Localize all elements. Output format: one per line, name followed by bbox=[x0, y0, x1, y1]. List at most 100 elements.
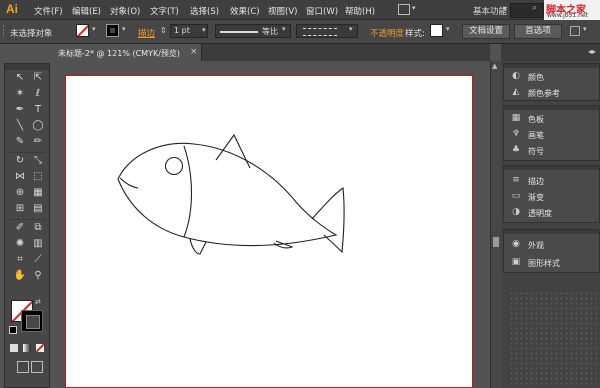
perspective-grid-tool-icon[interactable]: ▦ bbox=[31, 187, 45, 199]
zoom-tool-icon[interactable]: ⚲ bbox=[31, 270, 45, 282]
variable-width-profile-dropdown[interactable]: 等比 ▾ bbox=[215, 24, 291, 38]
brush-preview-icon bbox=[303, 28, 337, 36]
menu-bar: Ai 文件(F) 编辑(E) 对象(O) 文字(T) 选择(S) 效果(C) 视… bbox=[0, 0, 600, 20]
fish-artwork[interactable] bbox=[66, 76, 472, 387]
panel-grip[interactable] bbox=[504, 64, 599, 68]
stroke-color-swatch[interactable] bbox=[21, 310, 43, 332]
menu-view[interactable]: 视图(V) bbox=[268, 5, 297, 17]
menu-file[interactable]: 文件(F) bbox=[34, 5, 63, 17]
scale-tool-icon[interactable]: ⤡ bbox=[31, 155, 45, 167]
menu-select[interactable]: 选择(S) bbox=[190, 5, 219, 17]
draw-mode-icon[interactable] bbox=[17, 361, 29, 373]
panel-item-stroke[interactable]: ≡ 描边 bbox=[510, 174, 596, 188]
symbol-sprayer-tool-icon[interactable]: ✺ bbox=[13, 238, 27, 250]
menu-help[interactable]: 帮助(H) bbox=[345, 5, 375, 17]
panel-item-gradient[interactable]: ▭ 渐变 bbox=[510, 190, 596, 204]
magic-wand-tool-icon[interactable]: ✶ bbox=[13, 88, 27, 100]
pen-tool-icon[interactable]: ✒ bbox=[13, 104, 27, 116]
none-mode-icon[interactable] bbox=[36, 344, 44, 352]
line-tool-icon[interactable]: ╲ bbox=[13, 120, 27, 132]
layout-dropdown-icon[interactable]: ▾ bbox=[412, 4, 416, 12]
chevron-down-icon[interactable]: ▾ bbox=[583, 25, 587, 33]
panel-item-color[interactable]: ◐ 颜色 bbox=[510, 70, 596, 84]
artboard[interactable] bbox=[65, 75, 473, 388]
ellipse-tool-icon[interactable]: ◯ bbox=[31, 120, 45, 132]
mouth-path[interactable] bbox=[119, 177, 139, 189]
eyedropper-tool-icon[interactable]: ✐ bbox=[13, 222, 27, 234]
close-icon[interactable]: × bbox=[190, 47, 198, 57]
document-tab[interactable]: 未标题-2* @ 121% (CMYK/预览) × bbox=[50, 44, 202, 61]
menu-type[interactable]: 文字(T) bbox=[150, 5, 179, 17]
brush-definition-dropdown[interactable]: ▾ bbox=[296, 24, 358, 38]
stroke-weight-stepper[interactable]: ⇕ bbox=[160, 26, 167, 35]
graphic-style-dropdown[interactable]: ▾ bbox=[430, 24, 456, 38]
panel-item-appearance[interactable]: ◉ 外观 bbox=[510, 238, 596, 252]
color-mode-icon[interactable] bbox=[10, 344, 18, 352]
rotate-tool-icon[interactable]: ↻ bbox=[13, 155, 27, 167]
panel-grip[interactable] bbox=[504, 230, 599, 234]
collapse-panels-icon[interactable]: ◂▸ bbox=[588, 47, 596, 56]
tail-fin-path[interactable] bbox=[311, 186, 345, 254]
search-icon[interactable]: ⌕ bbox=[532, 3, 537, 13]
free-transform-tool-icon[interactable]: ⬚ bbox=[31, 171, 45, 183]
tools-panel-grip[interactable] bbox=[5, 64, 49, 70]
stroke-color-dropdown[interactable]: ▾ bbox=[106, 24, 132, 38]
scroll-up-icon[interactable]: ▲ bbox=[492, 62, 497, 70]
panel-grip[interactable] bbox=[504, 106, 599, 110]
dorsal-fin-path[interactable] bbox=[215, 133, 251, 169]
paintbrush-tool-icon[interactable]: ✎ bbox=[13, 136, 27, 148]
menu-window[interactable]: 窗口(W) bbox=[306, 5, 338, 17]
panel-item-symbols[interactable]: ♣ 符号 bbox=[510, 144, 596, 158]
layout-icon[interactable] bbox=[398, 4, 410, 15]
fill-color-dropdown[interactable]: ▾ bbox=[76, 24, 102, 38]
document-setup-button[interactable]: 文档设置 bbox=[462, 24, 510, 39]
swap-colors-icon[interactable]: ⇄ bbox=[35, 298, 41, 306]
stroke-swatch-icon bbox=[106, 24, 119, 37]
vertical-scrollbar[interactable]: ▲ bbox=[490, 61, 501, 388]
panel-item-color-guide[interactable]: ◭ 颜色参考 bbox=[510, 86, 596, 100]
gradient-mode-icon[interactable] bbox=[23, 344, 31, 352]
chevron-down-icon: ▾ bbox=[446, 25, 450, 33]
panel-item-brushes[interactable]: ♆ 画笔 bbox=[510, 128, 596, 142]
chevron-down-icon[interactable]: ▾ bbox=[503, 4, 507, 13]
canvas-area[interactable] bbox=[50, 61, 490, 388]
column-graph-tool-icon[interactable]: ▥ bbox=[31, 238, 45, 250]
chevron-down-icon: ▾ bbox=[349, 25, 353, 33]
gradient-tool-icon[interactable]: ▤ bbox=[31, 203, 45, 215]
gill-line-path[interactable] bbox=[183, 145, 193, 238]
panel-item-graphic-styles[interactable]: ▣ 图形样式 bbox=[510, 256, 596, 270]
menu-object[interactable]: 对象(O) bbox=[110, 5, 140, 17]
default-colors-icon[interactable] bbox=[9, 326, 17, 334]
workspace-switcher[interactable]: 基本功能 bbox=[473, 5, 507, 17]
menu-effect[interactable]: 效果(C) bbox=[230, 5, 260, 17]
direct-selection-tool-icon[interactable]: ⇱ bbox=[31, 72, 45, 84]
panel-label: 图形样式 bbox=[528, 259, 560, 268]
fish-body-path[interactable] bbox=[117, 142, 338, 247]
screen-mode-icon[interactable] bbox=[31, 361, 43, 373]
hand-tool-icon[interactable]: ✋ bbox=[13, 270, 27, 282]
mesh-tool-icon[interactable]: ⊞ bbox=[13, 203, 27, 215]
shape-builder-tool-icon[interactable]: ⊕ bbox=[13, 187, 27, 199]
panel-item-swatches[interactable]: ▦ 色板 bbox=[510, 112, 596, 126]
preferences-button[interactable]: 首选项 bbox=[514, 24, 562, 39]
blend-tool-icon[interactable]: ⧉ bbox=[31, 222, 45, 234]
opacity-label-link[interactable]: 不透明度 bbox=[370, 27, 404, 39]
panel-grip[interactable] bbox=[504, 166, 599, 170]
arrange-icon[interactable] bbox=[570, 26, 580, 36]
panel-item-transparency[interactable]: ◑ 透明度 bbox=[510, 206, 596, 220]
type-tool-icon[interactable]: T bbox=[31, 104, 45, 116]
panel-label: 透明度 bbox=[528, 209, 552, 218]
slice-tool-icon[interactable]: ⟋ bbox=[31, 254, 45, 266]
scrollbar-thumb[interactable] bbox=[493, 237, 499, 247]
stroke-label-link[interactable]: 描边 bbox=[138, 27, 155, 39]
pencil-tool-icon[interactable]: ✏ bbox=[31, 136, 45, 148]
chevron-down-icon[interactable]: ▾ bbox=[202, 26, 206, 34]
width-tool-icon[interactable]: ⋈ bbox=[13, 171, 27, 183]
menu-edit[interactable]: 编辑(E) bbox=[72, 5, 101, 17]
panel-label: 渐变 bbox=[528, 193, 544, 202]
search-input[interactable] bbox=[510, 3, 544, 18]
lasso-tool-icon[interactable]: ℓ bbox=[31, 88, 45, 100]
artboard-tool-icon[interactable]: ⌗ bbox=[13, 254, 27, 266]
eye-circle[interactable] bbox=[164, 156, 184, 176]
selection-tool-icon[interactable]: ↖ bbox=[13, 72, 27, 84]
